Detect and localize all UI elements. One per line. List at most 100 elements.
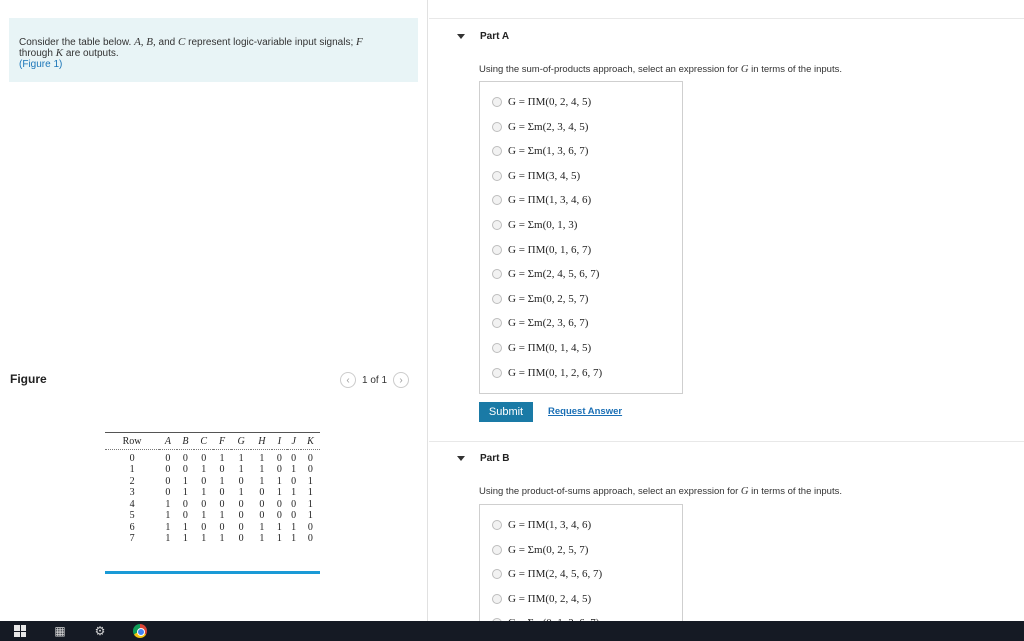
table-cell: 0 [276,510,282,522]
col-header: F [213,432,231,450]
radio-button[interactable] [492,367,502,378]
table-cell: 1 [307,498,313,510]
table-cell: 0 [238,475,244,487]
radio-button[interactable] [492,593,502,604]
table-cell: 1 [165,510,171,522]
part-a-option[interactable]: G = Σm(2, 3, 4, 5) [492,121,588,133]
radio-button[interactable] [492,293,502,304]
radio-button[interactable] [492,544,502,555]
option-label: G = Σm(1, 3, 6, 7) [508,145,589,158]
part-b-option[interactable]: G = Σm(0, 2, 5, 7) [492,544,588,556]
table-cell: 0 [307,464,313,476]
table-row: 4100000001 [105,499,320,511]
table-cell: 7 [129,533,135,545]
instruction-text: Using the sum-of-products approach, sele… [479,64,741,75]
problem-text-and: and [155,37,179,48]
table-cell: 3 [129,487,135,499]
part-a-option[interactable]: G = ΠM(0, 2, 4, 5) [492,96,591,108]
table-cell: 0 [238,498,244,510]
table-cell: 6 [129,521,135,533]
request-answer-link[interactable]: Request Answer [548,406,622,417]
part-a-option[interactable]: G = ΠM(1, 3, 4, 6) [492,194,591,206]
table-cell: 1 [182,533,188,545]
radio-button[interactable] [492,244,502,255]
radio-button[interactable] [492,146,502,157]
windows-start-icon[interactable] [0,621,40,641]
pager-text: 1 of 1 [362,374,388,386]
radio-button[interactable] [492,121,502,132]
part-a-header[interactable]: Part A [457,31,509,42]
var-f: F [356,36,363,48]
table-cell: 1 [307,510,313,522]
part-a-option[interactable]: G = Σm(2, 3, 6, 7) [492,317,588,329]
part-a-option[interactable]: G = Σm(1, 3, 6, 7) [492,145,588,157]
part-b-option[interactable]: G = ΠM(1, 3, 4, 6) [492,519,591,531]
col-header: Row [105,432,160,450]
part-b-options: G = ΠM(1, 3, 4, 6) G = Σm(0, 2, 5, 7) G = … [479,504,683,621]
table-cell: 0 [291,498,297,510]
option-label: G = ΠM(0, 1, 6, 7) [508,243,592,256]
part-a-option[interactable]: G = ΠM(3, 4, 5) [492,170,580,182]
part-a-option[interactable]: G = ΠM(0, 1, 6, 7) [492,244,591,256]
table-cell: 0 [259,498,265,510]
chevron-left-icon[interactable]: ‹ [340,372,356,388]
part-a-option[interactable]: G = ΠM(0, 1, 2, 6, 7) [492,367,602,379]
table-cell: 1 [291,521,297,533]
truth-table: Row A B C F G H I J K 000011100010010110… [105,432,320,545]
table-cell: 0 [238,533,244,545]
table-cell: 0 [219,521,225,533]
part-b-option[interactable]: G = ΠM(0, 2, 4, 5) [492,593,591,605]
option-label: G = Σm(2, 4, 5, 6, 7) [508,268,600,281]
radio-button[interactable] [492,520,502,530]
table-cell: 0 [201,453,207,464]
part-b-header[interactable]: Part B [457,453,509,464]
chevron-right-icon[interactable]: › [393,372,410,388]
table-cell: 1 [259,453,265,464]
table-cell: 5 [129,510,135,522]
radio-button[interactable] [492,170,502,181]
part-a-option[interactable]: G = Σm(2, 4, 5, 6, 7) [492,268,599,280]
radio-button[interactable] [492,318,502,329]
part-a-option[interactable]: G = Σm(0, 2, 5, 7) [492,293,588,305]
part-a-option[interactable]: G = ΠM(0, 1, 4, 5) [492,342,591,354]
problem-statement: Consider the table below. A, B, and C re… [9,18,418,82]
steam-icon[interactable]: ⚙ [80,621,120,641]
table-cell: 0 [165,453,171,464]
col-header: K [300,432,320,450]
radio-button[interactable] [492,220,502,230]
table-cell: 1 [307,487,313,499]
table-cell: 1 [201,464,207,476]
table-cell: 0 [259,510,265,522]
problem-text-end: are outputs. [63,48,119,59]
caret-down-icon[interactable] [457,34,465,39]
table-row: 0000111000 [105,450,320,465]
submit-button[interactable]: Submit [479,402,533,422]
caret-down-icon[interactable] [457,456,465,461]
radio-button[interactable] [492,343,502,353]
option-label: G = Σm(0, 2, 5, 7) [508,292,589,305]
table-cell: 1 [238,487,244,499]
radio-button[interactable] [492,569,502,580]
table-cell: 0 [165,464,171,476]
problem-text-mid: represent logic-variable input signals; [185,37,357,48]
option-label: G = Σm(0, 1, 3) [508,219,578,231]
instruction-text: Using the product-of-sums approach, sele… [479,486,741,497]
table-cell: 1 [182,475,188,487]
radio-button[interactable] [492,195,502,206]
part-a-option[interactable]: G = Σm(0, 1, 3) [492,219,577,231]
option-label: G = ΠM(2, 4, 5, 6, 7) [508,568,603,581]
table-cell: 0 [276,498,282,510]
part-a-instruction: Using the sum-of-products approach, sele… [479,64,842,75]
task-view-icon[interactable]: ▦ [40,621,80,641]
part-b-option[interactable]: G = ΠM(2, 4, 5, 6, 7) [492,568,602,580]
table-row: 2010101101 [105,476,320,488]
problem-text: Consider the table below. [19,37,135,48]
table-cell: 1 [259,475,265,487]
table-cell: 0 [238,521,244,533]
figure-link[interactable]: (Figure 1) [19,59,408,70]
radio-button[interactable] [492,269,502,280]
instruction-var: G [740,64,749,75]
radio-button[interactable] [492,97,502,107]
table-row: 3011010111 [105,487,320,499]
chrome-icon[interactable] [120,621,160,641]
